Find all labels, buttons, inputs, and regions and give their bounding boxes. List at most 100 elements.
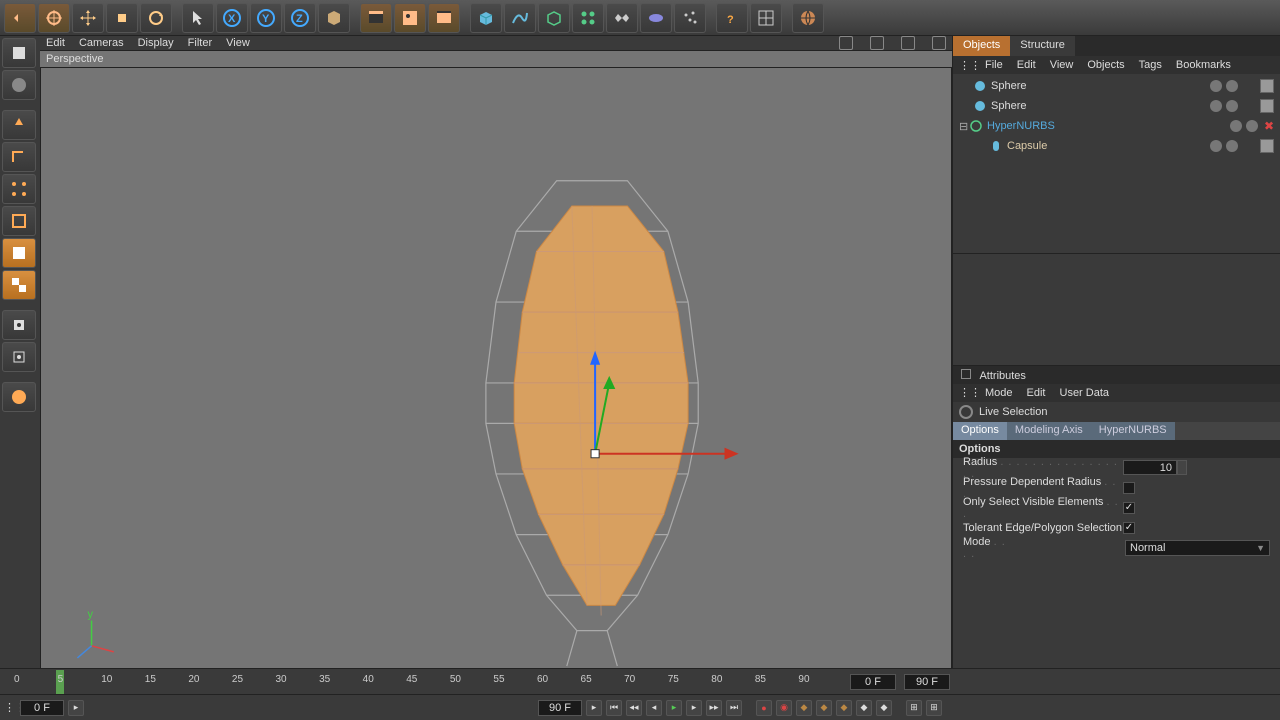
om-edit[interactable]: Edit bbox=[1017, 59, 1036, 71]
axis-up-icon[interactable] bbox=[2, 110, 36, 140]
om-objects[interactable]: Objects bbox=[1087, 59, 1124, 71]
autokey-icon[interactable]: ◉ bbox=[776, 700, 792, 716]
am-edit[interactable]: Edit bbox=[1027, 387, 1046, 399]
radius-spinner[interactable] bbox=[1177, 460, 1187, 475]
point-mode-icon[interactable] bbox=[2, 174, 36, 204]
expand-icon[interactable]: ⊟ bbox=[959, 120, 969, 133]
grid2-icon[interactable]: ⊞ bbox=[926, 700, 942, 716]
timeline-start-field[interactable] bbox=[850, 674, 896, 690]
tag-icon[interactable] bbox=[1260, 79, 1274, 93]
visible-checkbox[interactable] bbox=[1123, 502, 1135, 514]
tree-item-sphere1[interactable]: Sphere bbox=[991, 80, 1208, 92]
hud-move-icon[interactable] bbox=[839, 36, 853, 50]
object-tree[interactable]: Sphere Sphere ⊟ HyperNURBS ✖ bbox=[953, 74, 1280, 254]
left-toolbar bbox=[0, 36, 40, 668]
tree-item-capsule[interactable]: Capsule bbox=[1007, 140, 1208, 152]
tab-structure[interactable]: Structure bbox=[1010, 36, 1075, 56]
live-select-icon[interactable] bbox=[38, 3, 70, 33]
om-file[interactable]: File bbox=[985, 59, 1003, 71]
viewport-canvas[interactable]: y bbox=[40, 67, 952, 669]
next-key-icon[interactable]: ▸▸ bbox=[706, 700, 722, 716]
tag-icon[interactable] bbox=[1260, 99, 1274, 113]
move-icon[interactable] bbox=[72, 3, 104, 33]
model-mode-icon[interactable] bbox=[2, 38, 36, 68]
pressure-checkbox[interactable] bbox=[1123, 482, 1135, 494]
am-mode[interactable]: Mode bbox=[985, 387, 1013, 399]
timeline-end-field[interactable] bbox=[904, 674, 950, 690]
key-scale-icon[interactable]: ◆ bbox=[816, 700, 832, 716]
tree-item-sphere2[interactable]: Sphere bbox=[991, 100, 1208, 112]
key-pos-icon[interactable]: ◆ bbox=[796, 700, 812, 716]
attr-tab-modeling[interactable]: Modeling Axis bbox=[1007, 422, 1091, 440]
om-tags[interactable]: Tags bbox=[1139, 59, 1162, 71]
render-settings-icon[interactable] bbox=[428, 3, 460, 33]
tab-objects[interactable]: Objects bbox=[953, 36, 1010, 56]
particles-icon[interactable] bbox=[674, 3, 706, 33]
tolerant-checkbox[interactable] bbox=[1123, 522, 1135, 534]
array-icon[interactable] bbox=[572, 3, 604, 33]
goto-end-icon[interactable]: ⏭ bbox=[726, 700, 742, 716]
spline-icon[interactable] bbox=[504, 3, 536, 33]
view-menu-view[interactable]: View bbox=[226, 37, 250, 49]
coord-icon[interactable] bbox=[318, 3, 350, 33]
light-icon[interactable] bbox=[640, 3, 672, 33]
help-icon[interactable]: ? bbox=[716, 3, 748, 33]
rotate-icon[interactable] bbox=[140, 3, 172, 33]
snap2-icon[interactable] bbox=[2, 342, 36, 372]
prev-frame-icon[interactable]: ◂ bbox=[646, 700, 662, 716]
picture-viewer-icon[interactable] bbox=[394, 3, 426, 33]
frame-start-spin[interactable]: ▸ bbox=[68, 700, 84, 716]
timeline[interactable]: 0 5 10 15 20 25 30 35 40 45 50 55 60 65 … bbox=[0, 668, 1280, 694]
view-menu-display[interactable]: Display bbox=[138, 37, 174, 49]
attr-tab-hypernurbs[interactable]: HyperNURBS bbox=[1091, 422, 1175, 440]
scale-icon[interactable] bbox=[106, 3, 138, 33]
workplane-icon[interactable] bbox=[2, 382, 36, 412]
next-frame-icon[interactable]: ▸ bbox=[686, 700, 702, 716]
frame-end-field[interactable] bbox=[538, 700, 582, 716]
render-icon[interactable] bbox=[360, 3, 392, 33]
om-view[interactable]: View bbox=[1050, 59, 1074, 71]
cursor-icon[interactable] bbox=[182, 3, 214, 33]
attr-tab-options[interactable]: Options bbox=[953, 422, 1007, 440]
frame-start-field[interactable] bbox=[20, 700, 64, 716]
visible-label: Only Select Visible Elements bbox=[963, 496, 1103, 508]
om-bookmarks[interactable]: Bookmarks bbox=[1176, 59, 1231, 71]
primitive-cube-icon[interactable] bbox=[470, 3, 502, 33]
nurbs-icon[interactable] bbox=[538, 3, 570, 33]
browser-icon[interactable] bbox=[792, 3, 824, 33]
hud-rotate-icon[interactable] bbox=[901, 36, 915, 50]
goto-start-icon[interactable]: ⏮ bbox=[606, 700, 622, 716]
frame-end-spin[interactable]: ▸ bbox=[586, 700, 602, 716]
hud-max-icon[interactable] bbox=[932, 36, 946, 50]
y-axis-icon[interactable]: Y bbox=[250, 3, 282, 33]
key-param-icon[interactable]: ◆ bbox=[876, 700, 892, 716]
view-menu-cameras[interactable]: Cameras bbox=[79, 37, 124, 49]
key-pla-icon[interactable]: ◆ bbox=[856, 700, 872, 716]
polygon-mode2-icon[interactable] bbox=[2, 270, 36, 300]
edge-mode-icon[interactable] bbox=[2, 206, 36, 236]
mode-dropdown[interactable]: Normal▼ bbox=[1125, 540, 1270, 556]
radius-input[interactable] bbox=[1123, 460, 1177, 475]
x-axis-icon[interactable]: X bbox=[216, 3, 248, 33]
polygon-mode-icon[interactable] bbox=[2, 238, 36, 268]
view-menu-edit[interactable]: Edit bbox=[46, 37, 65, 49]
layout-icon[interactable] bbox=[750, 3, 782, 33]
undo-icon[interactable] bbox=[4, 3, 36, 33]
timeline-ruler[interactable]: 0 5 10 15 20 25 30 35 40 45 50 55 60 65 … bbox=[4, 670, 842, 694]
key-rot-icon[interactable]: ◆ bbox=[836, 700, 852, 716]
tree-item-hypernurbs[interactable]: HyperNURBS bbox=[987, 120, 1228, 132]
grid-icon[interactable]: ⊞ bbox=[906, 700, 922, 716]
prev-key-icon[interactable]: ◂◂ bbox=[626, 700, 642, 716]
disabled-icon[interactable]: ✖ bbox=[1264, 119, 1274, 133]
z-axis-icon[interactable]: Z bbox=[284, 3, 316, 33]
view-menu-filter[interactable]: Filter bbox=[188, 37, 212, 49]
am-userdata[interactable]: User Data bbox=[1060, 387, 1110, 399]
deformer-icon[interactable] bbox=[606, 3, 638, 33]
axis-side-icon[interactable] bbox=[2, 142, 36, 172]
snap-icon[interactable] bbox=[2, 310, 36, 340]
tag-icon[interactable] bbox=[1260, 139, 1274, 153]
texture-mode-icon[interactable] bbox=[2, 70, 36, 100]
hud-zoom-icon[interactable] bbox=[870, 36, 884, 50]
play-icon[interactable]: ▸ bbox=[666, 700, 682, 716]
record-icon[interactable]: ● bbox=[756, 700, 772, 716]
